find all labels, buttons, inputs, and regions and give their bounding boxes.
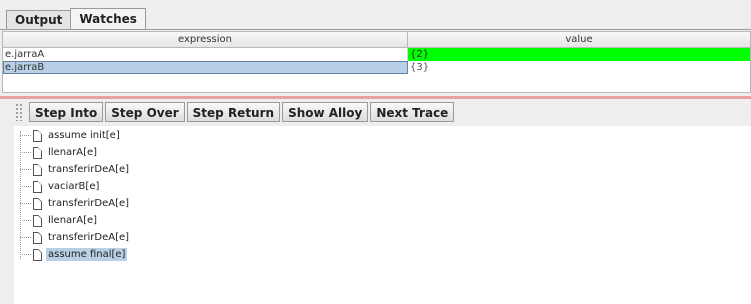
tree-item[interactable]: transferirDeA[e] [20, 196, 131, 211]
table-header: expression value [3, 32, 750, 48]
table-row[interactable]: e.jarraB {3} [3, 61, 750, 74]
document-icon [33, 248, 42, 261]
table-row[interactable]: e.jarraA {2} [3, 48, 750, 61]
watches-panel: Output Watches expression value e.jarraA… [0, 0, 751, 97]
tree-item[interactable]: transferirDeA[e] [20, 162, 131, 177]
tree-item[interactable]: llenarA[e] [20, 213, 99, 228]
tree-item-selected[interactable]: assume final[e] [20, 247, 128, 262]
tree-item[interactable]: llenarA[e] [20, 145, 99, 160]
trace-tree: assume init[e] llenarA[e] transferirDeA[… [14, 126, 751, 304]
tree-branch-line [20, 186, 31, 187]
tree-item-label: vaciarB[e] [48, 181, 100, 192]
expression-cell[interactable]: e.jarraA [3, 48, 408, 61]
tab-output[interactable]: Output [6, 10, 72, 29]
tree-branch-line [20, 220, 31, 221]
document-icon [33, 180, 42, 193]
next-trace-button[interactable]: Next Trace [370, 102, 455, 122]
tree-item-label: llenarA[e] [48, 215, 98, 226]
tree-item[interactable]: assume init[e] [20, 128, 122, 143]
document-icon [33, 197, 42, 210]
column-header-value[interactable]: value [408, 32, 750, 47]
tab-divider [0, 29, 751, 30]
expression-cell[interactable]: e.jarraB [3, 61, 408, 74]
document-icon [33, 129, 42, 142]
value-cell[interactable]: {2} [408, 48, 750, 61]
tree-branch-line [20, 152, 31, 153]
tab-watches[interactable]: Watches [70, 8, 146, 29]
toolbar-grip-handle[interactable] [15, 103, 23, 121]
debugger-window: Output Watches expression value e.jarraA… [0, 0, 751, 304]
tree-item[interactable]: transferirDeA[e] [20, 230, 131, 245]
document-icon [33, 146, 42, 159]
tree-item-label: assume init[e] [48, 130, 120, 141]
tree-item[interactable]: vaciarB[e] [20, 179, 101, 194]
document-icon [33, 214, 42, 227]
tree-branch-line [20, 203, 31, 204]
column-header-expression[interactable]: expression [3, 32, 408, 47]
tab-bar: Output Watches [6, 8, 146, 29]
show-alloy-button[interactable]: Show Alloy [282, 102, 369, 122]
tree-branch-line [20, 169, 31, 170]
tree-item-label: transferirDeA[e] [48, 198, 130, 209]
step-over-button[interactable]: Step Over [105, 102, 185, 122]
tree-branch-line [20, 135, 31, 136]
tree-item-label: assume final[e] [46, 248, 128, 261]
debug-toolbar: Step Into Step Over Step Return Show All… [0, 99, 751, 125]
document-icon [33, 231, 42, 244]
trace-panel: Step Into Step Over Step Return Show All… [0, 99, 751, 304]
tree-branch-line [20, 254, 31, 255]
tree-item-label: transferirDeA[e] [48, 164, 130, 175]
document-icon [33, 163, 42, 176]
watches-table: expression value e.jarraA {2} e.jarraB {… [2, 31, 751, 93]
tree-item-label: llenarA[e] [48, 147, 98, 158]
tree-branch-line [20, 237, 31, 238]
step-into-button[interactable]: Step Into [29, 102, 104, 122]
tree-item-label: transferirDeA[e] [48, 232, 130, 243]
step-return-button[interactable]: Step Return [186, 102, 281, 122]
value-cell[interactable]: {3} [408, 61, 750, 74]
